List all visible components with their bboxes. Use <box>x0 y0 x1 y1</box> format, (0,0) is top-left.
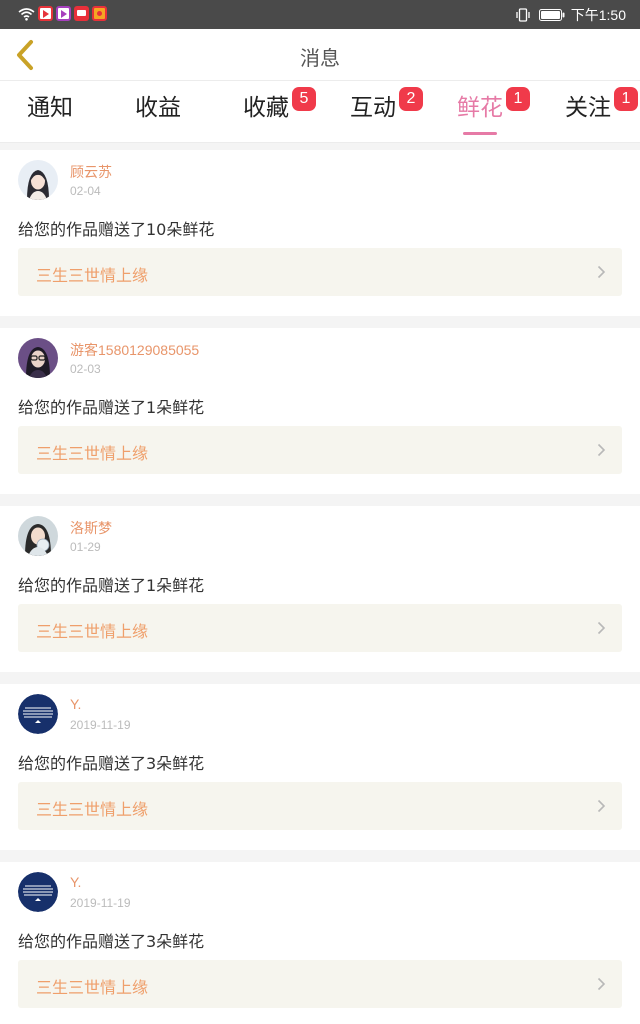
news-app-icon <box>74 6 89 21</box>
chevron-right-icon <box>597 443 606 457</box>
message-card: 洛斯梦 01-29 给您的作品赠送了1朵鲜花 三生三世情上缘 <box>0 506 640 672</box>
tab-earnings[interactable]: 收益 <box>132 93 184 137</box>
status-left <box>18 6 110 21</box>
message-card: Y. 2019-11-19 给您的作品赠送了3朵鲜花 三生三世情上缘 <box>0 862 640 1024</box>
user-name[interactable]: Y. <box>70 874 81 890</box>
chevron-right-icon <box>597 621 606 635</box>
message-text: 给您的作品赠送了10朵鲜花 <box>18 220 215 239</box>
message-card: 顾云苏 02-04 给您的作品赠送了10朵鲜花 三生三世情上缘 <box>0 150 640 316</box>
work-title: 三生三世情上缘 <box>36 266 149 285</box>
message-card: 游客1580129085055 02-03 给您的作品赠送了1朵鲜花 三生三世情… <box>0 328 640 494</box>
tab-interactions[interactable]: 互动 2 <box>347 87 423 137</box>
post-date: 02-04 <box>70 184 101 198</box>
tab-bar: 通知 收益 收藏 5 互动 2 鲜花 1 关注 1 <box>0 81 640 143</box>
work-title: 三生三世情上缘 <box>36 978 149 997</box>
message-text: 给您的作品赠送了3朵鲜花 <box>18 754 205 773</box>
tab-label: 通知 <box>27 95 73 121</box>
tab-favorites[interactable]: 收藏 5 <box>240 87 316 137</box>
tab-label: 鲜花 <box>457 95 503 121</box>
battery-icon <box>538 9 565 21</box>
avatar[interactable] <box>18 872 58 912</box>
avatar[interactable] <box>18 694 58 734</box>
tab-follows[interactable]: 关注 1 <box>562 87 638 137</box>
avatar[interactable] <box>18 160 58 200</box>
tab-label: 互动 <box>350 95 396 121</box>
post-date: 2019-11-19 <box>70 896 131 910</box>
user-name[interactable]: Y. <box>70 696 81 712</box>
video-app-icon <box>38 6 53 21</box>
message-text: 给您的作品赠送了1朵鲜花 <box>18 576 205 595</box>
tab-label: 关注 <box>565 95 611 121</box>
user-name[interactable]: 游客1580129085055 <box>70 340 199 360</box>
chevron-right-icon <box>597 799 606 813</box>
work-title: 三生三世情上缘 <box>36 800 149 819</box>
post-date: 01-29 <box>70 540 101 554</box>
work-link[interactable]: 三生三世情上缘 <box>18 782 622 830</box>
player-app-icon <box>56 6 71 21</box>
unread-badge: 1 <box>506 87 530 111</box>
user-name[interactable]: 洛斯梦 <box>70 518 112 538</box>
unread-badge: 2 <box>399 87 423 111</box>
unread-badge: 5 <box>292 87 316 111</box>
work-link[interactable]: 三生三世情上缘 <box>18 248 622 296</box>
header: 消息 <box>0 29 640 81</box>
status-bar: 下午1:50 <box>0 0 640 29</box>
message-text: 给您的作品赠送了3朵鲜花 <box>18 932 205 951</box>
status-time: 下午1:50 <box>570 7 626 23</box>
status-right: 下午1:50 <box>515 5 626 25</box>
active-tab-indicator <box>463 132 497 135</box>
message-text: 给您的作品赠送了1朵鲜花 <box>18 398 205 417</box>
wifi-icon <box>18 7 35 21</box>
post-date: 2019-11-19 <box>70 718 131 732</box>
avatar[interactable] <box>18 338 58 378</box>
vibrate-icon <box>516 8 530 22</box>
weibo-app-icon <box>92 6 107 21</box>
unread-badge: 1 <box>614 87 638 111</box>
tab-notifications[interactable]: 通知 <box>24 93 76 137</box>
tab-label: 收益 <box>135 95 181 121</box>
tab-flowers[interactable]: 鲜花 1 <box>454 87 530 137</box>
work-link[interactable]: 三生三世情上缘 <box>18 960 622 1008</box>
work-title: 三生三世情上缘 <box>36 444 149 463</box>
message-card: Y. 2019-11-19 给您的作品赠送了3朵鲜花 三生三世情上缘 <box>0 684 640 850</box>
work-link[interactable]: 三生三世情上缘 <box>18 426 622 474</box>
user-name[interactable]: 顾云苏 <box>70 162 112 182</box>
chevron-right-icon <box>597 977 606 991</box>
post-date: 02-03 <box>70 362 101 376</box>
page-title: 消息 <box>300 46 340 70</box>
tab-label: 收藏 <box>243 95 289 121</box>
work-link[interactable]: 三生三世情上缘 <box>18 604 622 652</box>
chevron-right-icon <box>597 265 606 279</box>
avatar[interactable] <box>18 516 58 556</box>
work-title: 三生三世情上缘 <box>36 622 149 641</box>
